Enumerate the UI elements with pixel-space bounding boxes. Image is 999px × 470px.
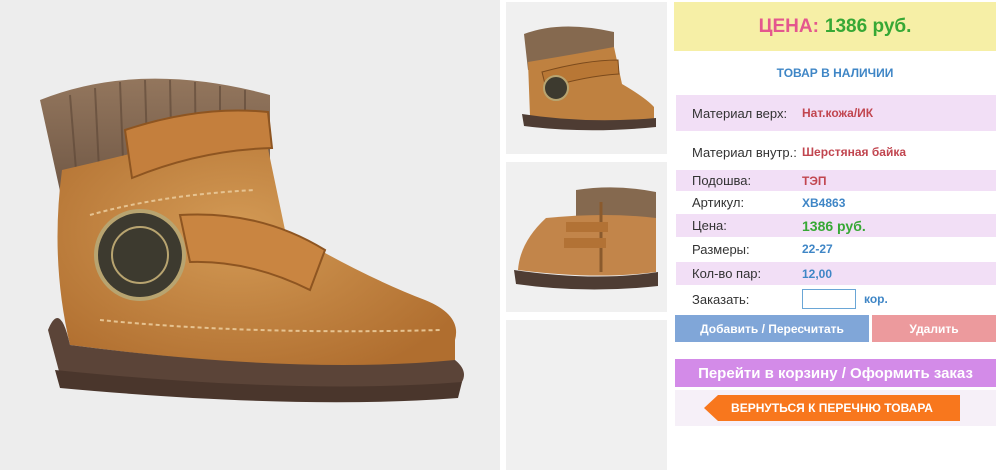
- detail-label: Размеры:: [692, 241, 750, 257]
- order-unit: кор.: [864, 292, 888, 306]
- detail-value: ТЭП: [802, 173, 827, 188]
- detail-value: Шерстяная байка: [802, 145, 907, 159]
- detail-row-sizes: Размеры: 22-27: [676, 238, 996, 260]
- detail-row-price: Цена: 1386 руб.: [676, 214, 996, 237]
- detail-row-upper-material: Материал верх: Нат.кожа/ИК: [676, 95, 996, 131]
- detail-label: Кол-во пар:: [692, 266, 762, 281]
- detail-value: 12,00: [802, 266, 833, 281]
- thumbnail-3[interactable]: [506, 320, 667, 470]
- add-recalculate-button[interactable]: Добавить / Пересчитать: [675, 315, 869, 342]
- order-label: Заказать:: [692, 291, 750, 307]
- price-value: 1386 руб.: [824, 15, 912, 37]
- detail-row-pairs: Кол-во пар: 12,00: [676, 262, 996, 285]
- boot-thumb-front-illustration: [522, 26, 656, 131]
- boot-thumb-side-illustration: [514, 187, 658, 290]
- price-label: ЦЕНА:: [758, 15, 819, 37]
- detail-label: Подошва:: [692, 173, 752, 188]
- delete-button[interactable]: Удалить: [872, 315, 996, 342]
- boot-main-illustration: [40, 78, 464, 403]
- order-quantity-input[interactable]: [802, 289, 856, 309]
- detail-label: Цена:: [692, 218, 727, 233]
- detail-label: Материал внутр.:: [692, 144, 797, 160]
- price-banner: ЦЕНА: 1386 руб.: [674, 2, 996, 51]
- thumbnail-2[interactable]: [506, 162, 667, 312]
- detail-value: 1386 руб.: [802, 217, 866, 234]
- detail-value: XB4863: [802, 195, 846, 210]
- detail-label: Артикул:: [692, 195, 745, 210]
- go-to-cart-button[interactable]: Перейти в корзину / Оформить заказ: [675, 359, 996, 387]
- detail-value: 22-27: [802, 242, 833, 256]
- detail-row-lining: Материал внутр.: Шерстяная байка: [676, 136, 996, 168]
- back-to-list-button[interactable]: ВЕРНУТЬСЯ К ПЕРЕЧНЮ ТОВАРА: [704, 395, 960, 421]
- detail-row-sole: Подошва: ТЭП: [676, 170, 996, 191]
- detail-label: Материал верх:: [692, 105, 788, 121]
- main-product-image[interactable]: [0, 0, 500, 470]
- detail-row-sku: Артикул: XB4863: [676, 192, 996, 213]
- detail-value: Нат.кожа/ИК: [802, 106, 874, 120]
- thumbnail-1[interactable]: [506, 2, 667, 154]
- stock-status: ТОВАР В НАЛИЧИИ: [776, 66, 894, 80]
- order-row: Заказать: кор.: [676, 287, 996, 311]
